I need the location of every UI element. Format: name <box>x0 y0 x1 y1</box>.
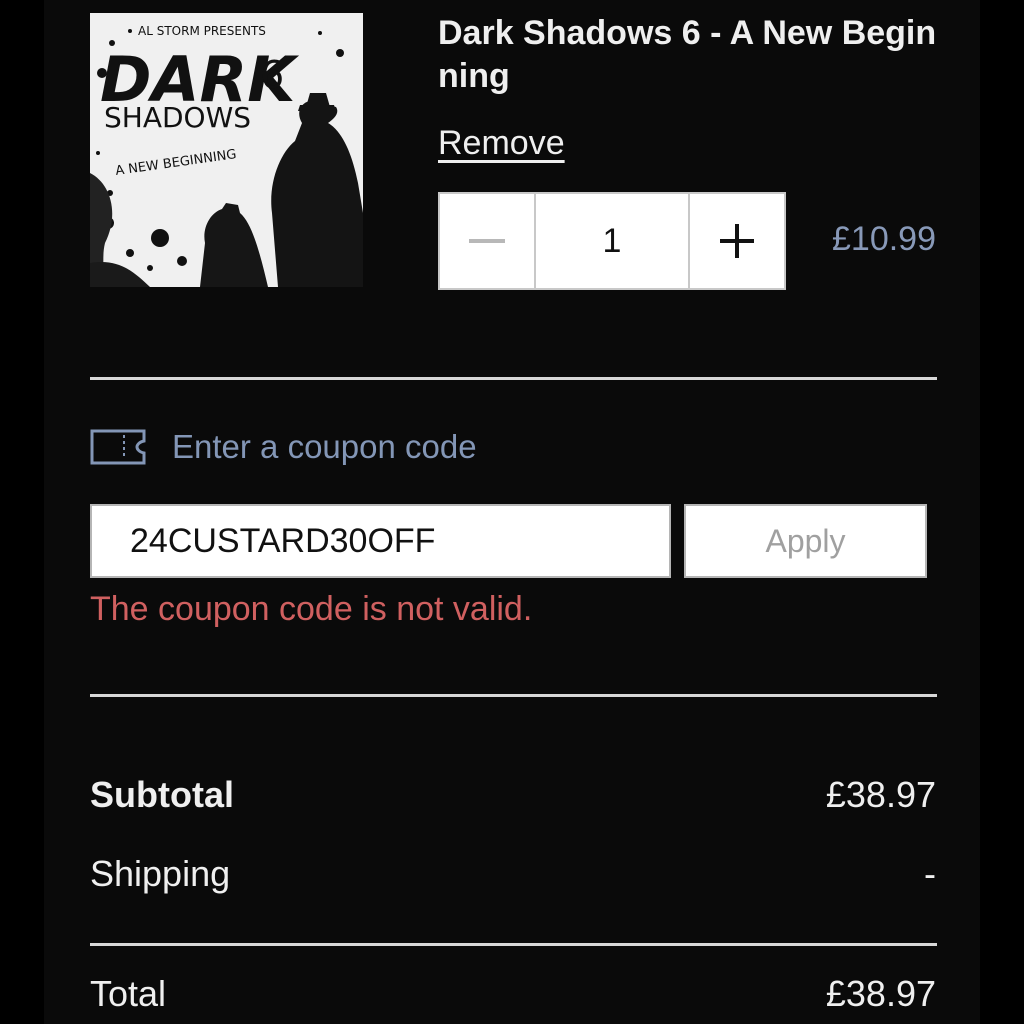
increase-quantity-button[interactable] <box>690 194 784 288</box>
coupon-toggle[interactable]: Enter a coupon code <box>90 428 477 466</box>
total-value: £38.97 <box>825 973 936 1014</box>
shipping-label: Shipping <box>90 853 231 894</box>
quantity-value[interactable]: 1 <box>534 194 690 288</box>
svg-text:SHADOWS: SHADOWS <box>104 101 251 134</box>
divider <box>90 943 937 946</box>
subtotal-label: Subtotal <box>90 774 234 815</box>
coupon-code-input[interactable] <box>90 504 671 578</box>
coupon-toggle-label: Enter a coupon code <box>172 428 477 465</box>
divider <box>90 694 937 697</box>
remove-item-link[interactable]: Remove <box>438 124 565 163</box>
subtotal-value: £38.97 <box>825 774 936 815</box>
plus-icon <box>720 224 754 258</box>
decrease-quantity-button[interactable] <box>440 194 534 288</box>
divider <box>90 377 937 380</box>
minus-icon <box>469 239 505 243</box>
svg-text:AL STORM PRESENTS: AL STORM PRESENTS <box>138 24 266 38</box>
line-item-price: £10.99 <box>832 220 936 258</box>
apply-coupon-button[interactable]: Apply <box>684 504 927 578</box>
svg-text:6: 6 <box>260 53 284 97</box>
coupon-error-message: The coupon code is not valid. <box>90 590 533 628</box>
total-label: Total <box>90 973 167 1014</box>
quantity-stepper: 1 <box>438 192 786 290</box>
shipping-value: - <box>924 853 936 894</box>
product-title: Dark Shadows 6 - A New Beginning <box>438 14 937 95</box>
product-cover-image: AL STORM PRESENTS DARK 6 SHADOWS A NEW B… <box>90 13 363 287</box>
ticket-icon <box>90 429 146 465</box>
